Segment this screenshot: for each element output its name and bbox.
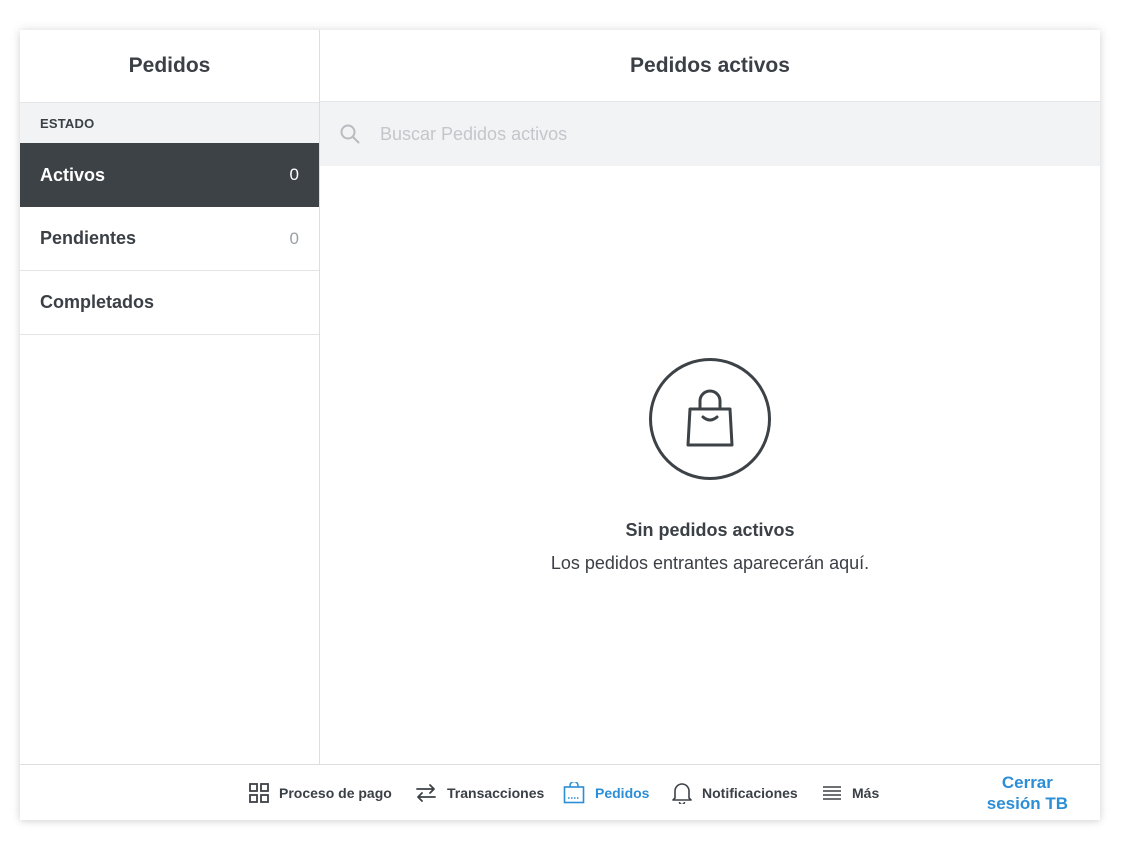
logout-line-1: Cerrar — [1001, 773, 1053, 792]
bell-icon — [672, 783, 692, 804]
transfer-arrows-icon — [416, 784, 436, 802]
tab-label: Transacciones — [447, 785, 545, 801]
orders-bag-icon — [563, 782, 585, 804]
page-title: Pedidos activos — [320, 30, 1100, 102]
tab-label: Pedidos — [595, 785, 650, 801]
grid-icon — [249, 783, 269, 803]
sidebar-item-count: 0 — [289, 165, 299, 184]
tab-proceso-de-pago[interactable]: Proceso de pago — [249, 765, 392, 820]
sidebar-title: Pedidos — [20, 30, 319, 103]
app-window: Pedidos ESTADO Activos 0 Pendientes 0 Co… — [20, 30, 1100, 820]
empty-state: Sin pedidos activos Los pedidos entrante… — [320, 358, 1100, 574]
sidebar-item-label: Pendientes — [40, 228, 137, 248]
tab-label: Más — [852, 785, 880, 801]
search-input[interactable] — [378, 122, 1042, 146]
empty-state-icon-circle — [649, 358, 771, 480]
tab-pedidos[interactable]: Pedidos — [563, 765, 649, 820]
sidebar-item-completados[interactable]: Completados — [20, 271, 319, 335]
main-panel: Pedidos activos Sin pedidos activos Los … — [320, 30, 1100, 764]
section-label-status: ESTADO — [20, 103, 319, 143]
sidebar-item-pendientes[interactable]: Pendientes 0 — [20, 207, 319, 271]
tab-label: Proceso de pago — [279, 785, 392, 801]
bottom-nav-bar: Proceso de pago Transacciones Pedidos No… — [20, 764, 1100, 820]
sidebar: Pedidos ESTADO Activos 0 Pendientes 0 Co… — [20, 30, 320, 764]
logout-button[interactable]: Cerrar sesión TB — [987, 772, 1068, 814]
sidebar-item-count: 0 — [289, 228, 299, 248]
menu-lines-icon — [823, 786, 841, 800]
shopping-bag-icon — [686, 389, 734, 447]
search-bar — [320, 102, 1100, 166]
sidebar-item-label: Completados — [40, 292, 155, 312]
sidebar-item-activos[interactable]: Activos 0 — [20, 143, 319, 207]
tab-notificaciones[interactable]: Notificaciones — [672, 765, 798, 820]
tab-label: Notificaciones — [702, 785, 798, 801]
tab-mas[interactable]: Más — [822, 765, 879, 820]
search-icon — [340, 124, 360, 144]
empty-state-subtitle: Los pedidos entrantes aparecerán aquí. — [550, 553, 870, 573]
logout-line-2: sesión TB — [986, 794, 1068, 813]
empty-state-title: Sin pedidos activos — [625, 520, 795, 540]
sidebar-item-label: Activos — [40, 164, 106, 185]
tab-transacciones[interactable]: Transacciones — [415, 765, 544, 820]
